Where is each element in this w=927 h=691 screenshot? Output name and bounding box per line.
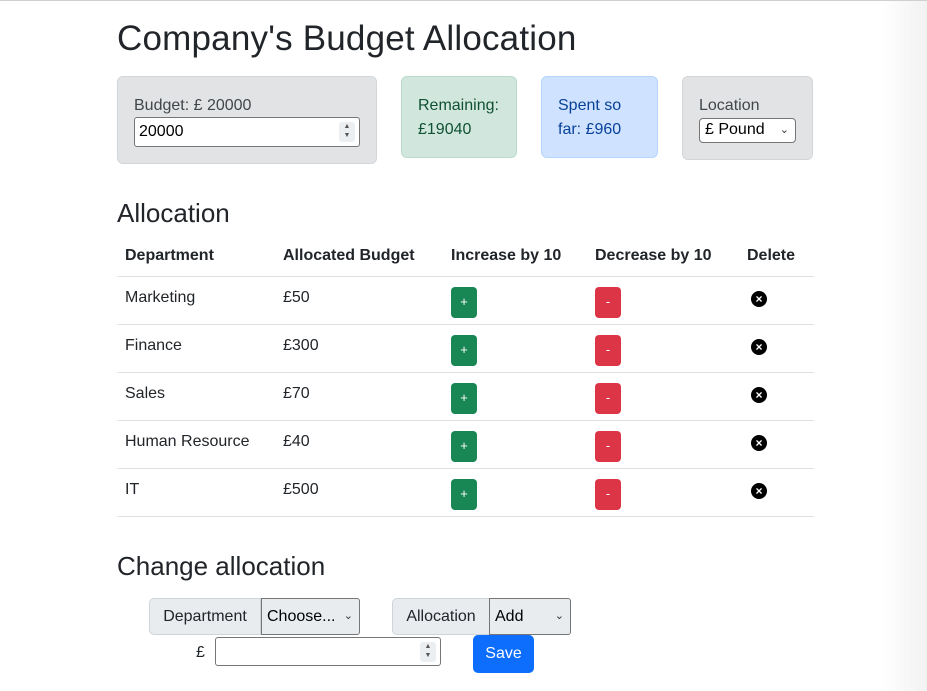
delete-circle-icon[interactable]: × (751, 483, 767, 499)
department-select[interactable]: Choose... ⌄ (261, 598, 360, 635)
budget-spinner-icon[interactable]: ▲ ▼ (339, 122, 355, 142)
spent-value: far: £960 (558, 121, 622, 138)
chevron-down-icon: ⌄ (554, 610, 564, 622)
increase-button[interactable]: + (451, 431, 477, 462)
allocated-budget: £50 (283, 289, 310, 306)
decrease-button[interactable]: - (595, 335, 621, 366)
decrease-button[interactable]: - (595, 479, 621, 510)
column-header-department: Department (125, 247, 214, 264)
department-name: IT (125, 481, 140, 498)
decrease-button[interactable]: - (595, 431, 621, 462)
table-header-row: Department Allocated Budget Increase by … (117, 236, 814, 277)
department-input-label: Department (149, 598, 261, 635)
allocated-budget: £300 (283, 337, 319, 354)
page-title: Company's Budget Allocation (117, 19, 577, 58)
budget-input[interactable]: 20000 ▲ ▼ (134, 117, 360, 147)
increase-button[interactable]: + (451, 479, 477, 510)
change-allocation-heading: Change allocation (117, 551, 326, 581)
budget-input-value: 20000 (139, 123, 184, 140)
remaining-card: Remaining: £19040 (401, 76, 517, 158)
delete-circle-icon[interactable]: × (751, 291, 767, 307)
allocation-input-label: Allocation (392, 598, 490, 635)
allocation-selected-value: Add (495, 608, 524, 625)
table-row: Sales £70 + - × (117, 373, 814, 421)
location-selected-value: £ Pound (705, 121, 765, 138)
spent-card: Spent so far: £960 (541, 76, 658, 158)
budget-card: Budget: £ 20000 20000 ▲ ▼ (117, 76, 377, 164)
increase-button[interactable]: + (451, 335, 477, 366)
increase-button[interactable]: + (451, 287, 477, 318)
location-card: Location £ Pound ⌄ (682, 76, 813, 160)
allocated-budget: £500 (283, 481, 319, 498)
column-header-allocated-budget: Allocated Budget (283, 247, 415, 264)
app-container: Company's Budget Allocation Budget: £ 20… (117, 0, 814, 691)
table-row: IT £500 + - × (117, 469, 814, 517)
column-header-decrease: Decrease by 10 (595, 247, 712, 264)
allocation-table: Department Allocated Budget Increase by … (117, 236, 814, 517)
location-select[interactable]: £ Pound ⌄ (699, 118, 796, 143)
save-button[interactable]: Save (473, 635, 534, 673)
remaining-value: £19040 (418, 121, 472, 138)
budget-label: Budget: £ 20000 (134, 97, 252, 114)
table-row: Marketing £50 + - × (117, 277, 814, 325)
allocated-budget: £40 (283, 433, 310, 450)
decrease-button[interactable]: - (595, 287, 621, 318)
department-selected-value: Choose... (267, 608, 336, 625)
table-row: Finance £300 + - × (117, 325, 814, 373)
delete-circle-icon[interactable]: × (751, 339, 767, 355)
decrease-button[interactable]: - (595, 383, 621, 414)
allocation-type-select[interactable]: Add ⌄ (489, 598, 571, 635)
amount-spinner-icon[interactable]: ▲ ▼ (420, 642, 436, 662)
chevron-down-icon: ⌄ (779, 124, 789, 136)
allocated-budget: £70 (283, 385, 310, 402)
column-header-increase: Increase by 10 (451, 247, 562, 264)
remaining-label: Remaining: (418, 97, 499, 114)
location-label: Location (699, 97, 760, 114)
currency-symbol: £ (196, 644, 205, 661)
amount-input[interactable]: ▲ ▼ (215, 637, 441, 666)
department-name: Finance (125, 337, 182, 354)
increase-button[interactable]: + (451, 383, 477, 414)
delete-circle-icon[interactable]: × (751, 387, 767, 403)
department-name: Sales (125, 385, 166, 402)
column-header-delete: Delete (747, 247, 796, 264)
department-name: Marketing (125, 289, 196, 306)
page-edge-shadow (881, 1, 927, 691)
department-name: Human Resource (125, 433, 250, 450)
chevron-down-icon: ⌄ (343, 610, 353, 622)
allocation-heading: Allocation (117, 198, 230, 228)
table-row: Human Resource £40 + - × (117, 421, 814, 469)
delete-circle-icon[interactable]: × (751, 435, 767, 451)
spent-label: Spent so (558, 97, 622, 114)
